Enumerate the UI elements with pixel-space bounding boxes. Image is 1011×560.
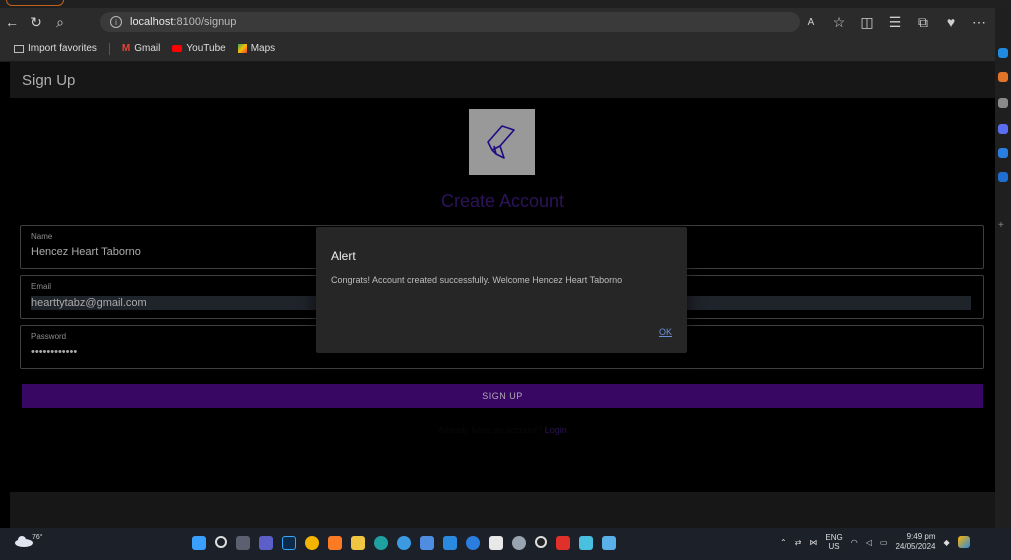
back-icon[interactable]: ← [0,10,24,34]
notification-bell-icon[interactable]: ◆ [944,538,950,547]
read-aloud-icon[interactable]: A [799,10,823,34]
outlook-icon[interactable] [998,172,1008,182]
browser-toolbar: ← ↻ ⌕ i localhost :8100/signup A ☆ ◫ ☰ ⧉… [0,8,995,36]
alert-dialog: Alert Congrats! Account created successf… [316,227,687,353]
url-host: localhost [130,16,174,28]
cloud-icon [15,536,33,547]
taskbar: 76° ⌃ ⇄ ⋈ ENG US ◠ ◁ ▭ 9:49 pm 24/05/202… [0,528,1011,560]
search-taskbar-icon[interactable] [215,536,227,548]
edge-sidebar: + [995,8,1011,528]
teams-icon[interactable] [259,536,273,550]
browser-tab[interactable] [6,0,64,6]
chrome-icon[interactable] [305,536,319,550]
temperature: 76° [32,534,43,541]
chevron-up-icon[interactable]: ⌃ [780,538,787,547]
favorite-youtube[interactable]: YouTube [172,43,226,54]
address-bar[interactable]: i localhost :8100/signup [100,12,800,32]
favorites-icon[interactable]: ☰ [883,10,907,34]
refresh-icon[interactable]: ↻ [24,10,48,34]
split-screen-icon[interactable]: ◫ [855,10,879,34]
file-explorer-icon[interactable] [351,536,365,550]
alert-backdrop[interactable]: Alert Congrats! Account created successf… [10,62,995,528]
favorite-gmail[interactable]: M Gmail [122,43,160,54]
favorite-maps[interactable]: Maps [237,43,275,54]
settings-icon[interactable] [512,536,526,550]
network-share-icon[interactable]: ⇄ [795,538,802,547]
app-icon-5[interactable] [602,536,616,550]
weather-widget[interactable]: 76° [14,534,43,554]
favorites-bar: Import favorites M Gmail YouTube Maps [0,36,995,62]
obs-icon[interactable] [535,536,547,548]
maps-icon [237,44,247,53]
language-indicator[interactable]: ENG US [825,533,842,551]
tab-strip [0,0,1011,8]
favorites-divider [108,42,110,55]
alert-title: Alert [331,249,356,263]
photoshop-icon[interactable] [282,536,296,550]
app-window: Sign Up Create Account Name Email Passwo… [10,62,995,528]
favorite-star-icon[interactable]: ☆ [827,10,851,34]
app-tray-icon[interactable]: ⋈ [809,538,817,547]
app-icon-2[interactable] [420,536,434,550]
gmail-icon: M [121,43,131,54]
collections-icon[interactable]: ⧉ [911,10,935,34]
clock[interactable]: 9:49 pm 24/05/2024 [895,532,935,552]
search-icon[interactable]: ⌕ [48,10,72,34]
youtube-icon [172,45,183,52]
import-icon [14,44,24,53]
vscode-icon[interactable] [443,536,457,550]
app-icon-4[interactable] [489,536,503,550]
system-tray: ⌃ ⇄ ⋈ ENG US ◠ ◁ ▭ 9:49 pm 24/05/2024 ◆ [780,532,970,552]
extensions-icon[interactable]: ♥ [939,10,963,34]
url-path: :8100/signup [173,16,237,28]
add-sidebar-icon[interactable]: + [998,220,1008,231]
battery-icon[interactable]: ▭ [880,538,888,547]
taskbar-apps [192,536,616,550]
start-icon[interactable] [192,536,206,550]
more-icon[interactable]: ⋯ [967,10,991,34]
volume-icon[interactable]: ◁ [866,538,872,547]
site-info-icon[interactable]: i [110,16,122,28]
tools-icon[interactable] [998,98,1008,108]
office-icon[interactable] [998,148,1008,158]
alert-ok-button[interactable]: OK [659,327,672,337]
shopping-icon[interactable] [998,72,1008,82]
notepad-icon[interactable] [579,536,593,550]
app-icon-3[interactable] [466,536,480,550]
task-view-icon[interactable] [236,536,250,550]
favorite-import[interactable]: Import favorites [14,43,97,54]
wps-icon[interactable] [556,536,570,550]
copilot-taskbar-icon[interactable] [957,536,970,548]
xampp-icon[interactable] [328,536,342,550]
alert-message: Congrats! Account created successfully. … [331,275,623,285]
wifi-icon[interactable]: ◠ [851,538,858,547]
app-icon-1[interactable] [397,536,411,550]
edge-icon[interactable] [374,536,388,550]
copilot-icon[interactable] [998,48,1008,58]
games-icon[interactable] [998,124,1008,134]
